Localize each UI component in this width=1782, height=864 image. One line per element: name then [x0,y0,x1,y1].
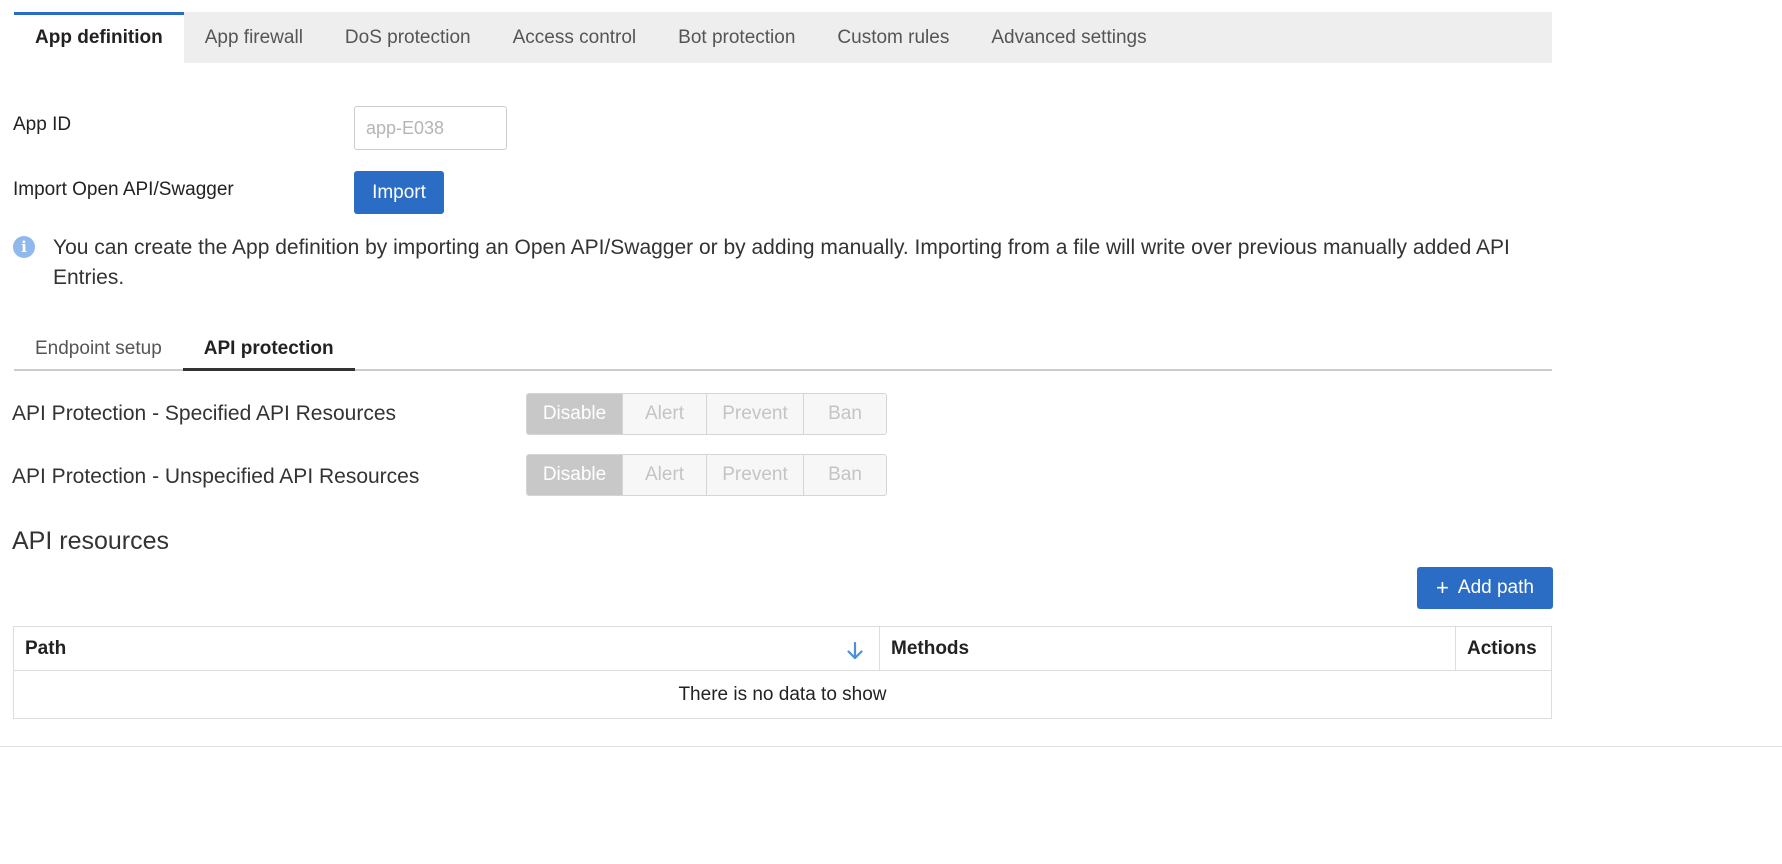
divider [0,746,1782,747]
import-swagger-label: Import Open API/Swagger [13,179,234,200]
column-header-actions: Actions [1467,637,1537,659]
specified-disable-option[interactable]: Disable [527,394,622,434]
top-tab-bar: App definition App firewall DoS protecti… [14,12,1552,63]
unspecified-resources-mode-selector: Disable Alert Prevent Ban [526,454,887,496]
tab-dos-protection[interactable]: DoS protection [324,12,492,63]
unspecified-resources-label: API Protection - Unspecified API Resourc… [12,465,420,488]
column-header-path[interactable]: Path [14,627,880,670]
unspecified-prevent-option[interactable]: Prevent [706,455,803,495]
app-id-input[interactable] [354,106,507,150]
specified-resources-label: API Protection - Specified API Resources [12,402,397,425]
api-resources-table: Path Methods Actions There is no data to… [13,626,1552,719]
tab-api-protection[interactable]: API protection [182,329,355,371]
specified-ban-option[interactable]: Ban [803,394,886,434]
tab-custom-rules[interactable]: Custom rules [816,12,970,63]
plus-icon: + [1436,575,1449,600]
tab-advanced-settings[interactable]: Advanced settings [970,12,1167,63]
unspecified-alert-option[interactable]: Alert [622,455,706,495]
info-icon: i [13,236,35,258]
app-id-label: App ID [13,114,72,135]
add-path-label: Add path [1457,577,1534,598]
info-message: You can create the App definition by imp… [53,236,1510,289]
column-header-path-label: Path [25,637,67,659]
sub-tab-bar: Endpoint setup API protection [14,329,1552,371]
table-header: Path Methods Actions [14,627,1551,671]
add-path-button[interactable]: + Add path [1417,567,1553,609]
tab-endpoint-setup[interactable]: Endpoint setup [14,329,183,371]
app-definition-page: App definition App firewall DoS protecti… [0,0,1782,864]
tab-app-definition[interactable]: App definition [14,12,184,63]
tab-access-control[interactable]: Access control [492,12,658,63]
empty-table-message: There is no data to show [678,683,887,705]
specified-alert-option[interactable]: Alert [622,394,706,434]
tab-app-firewall[interactable]: App firewall [184,12,324,63]
specified-prevent-option[interactable]: Prevent [706,394,803,434]
unspecified-disable-option[interactable]: Disable [527,455,622,495]
unspecified-ban-option[interactable]: Ban [803,455,886,495]
import-button[interactable]: Import [354,171,444,214]
api-resources-title: API resources [12,527,170,555]
arrow-down-icon[interactable] [845,640,865,662]
specified-resources-mode-selector: Disable Alert Prevent Ban [526,393,887,435]
column-header-methods: Methods [880,627,1456,670]
tab-bot-protection[interactable]: Bot protection [657,12,816,63]
